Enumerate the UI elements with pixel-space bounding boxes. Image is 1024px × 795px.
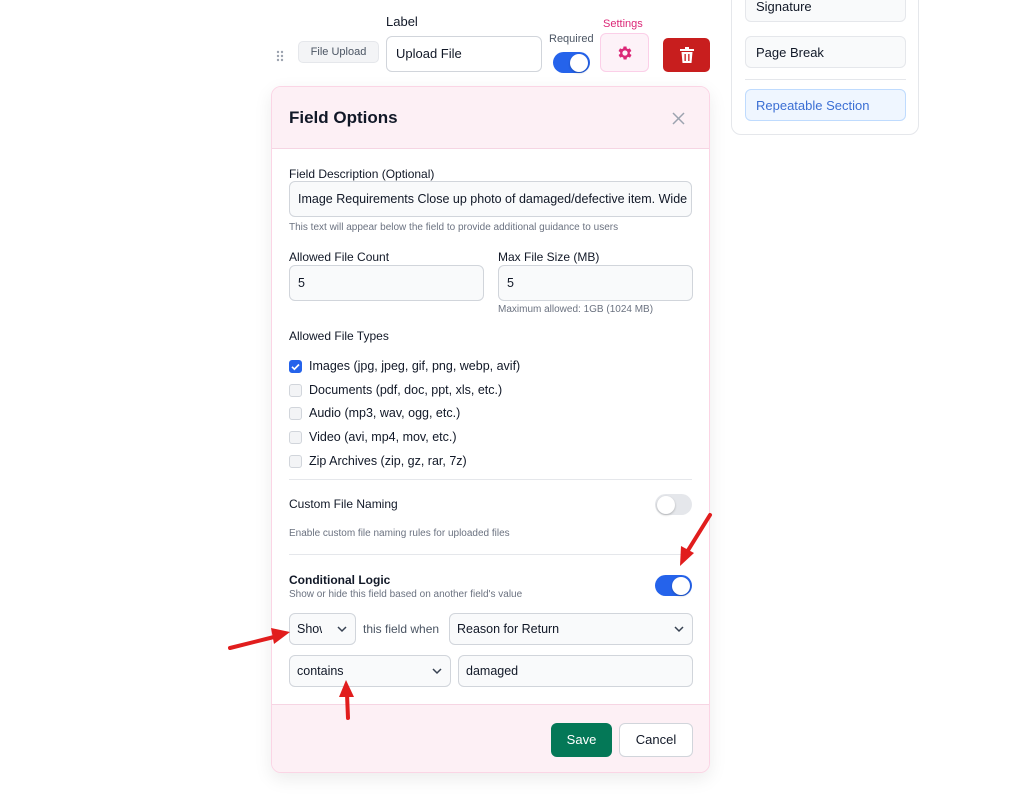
description-hint: This text will appear below the field to… (289, 222, 619, 233)
file-types-label: Allowed File Types (289, 329, 389, 343)
select-value: Reason for Return (457, 622, 560, 636)
required-toggle[interactable] (553, 52, 590, 73)
checkbox[interactable] (289, 431, 302, 444)
custom-naming-toggle[interactable] (655, 494, 692, 515)
field-options-modal: Field Options Field Description (Optiona… (271, 86, 710, 773)
palette-item-page-break[interactable]: Page Break (745, 36, 906, 68)
palette-item-label: Page Break (756, 45, 824, 60)
custom-naming-label: Custom File Naming (289, 497, 398, 511)
palette-item-label: Repeatable Section (756, 98, 870, 113)
file-type-label: Images (jpg, jpeg, gif, png, webp, avif) (309, 359, 521, 373)
check-icon (291, 363, 300, 371)
file-count-label: Allowed File Count (289, 250, 390, 264)
chevron-down-icon (674, 626, 684, 633)
divider (289, 554, 692, 555)
conditional-logic-label: Conditional Logic (289, 573, 391, 587)
trash-icon (680, 47, 694, 63)
checkbox[interactable] (289, 407, 302, 420)
select-value: Show (297, 622, 322, 636)
label-caption: Label (386, 14, 418, 29)
divider (745, 79, 906, 80)
max-size-input[interactable]: 5 (498, 265, 693, 301)
file-type-label: Documents (pdf, doc, ppt, xls, etc.) (309, 383, 503, 397)
palette-item-label: Signature (756, 0, 812, 14)
cancel-button[interactable]: Cancel (619, 723, 693, 757)
max-size-label: Max File Size (MB) (498, 250, 600, 264)
conditional-logic-toggle[interactable] (655, 575, 692, 596)
palette-item-signature[interactable]: Signature (745, 0, 906, 22)
checkbox[interactable] (289, 455, 302, 468)
gear-icon (618, 46, 632, 60)
file-count-input[interactable]: 5 (289, 265, 484, 301)
select-value: contains (297, 664, 344, 678)
checkbox[interactable] (289, 384, 302, 397)
condition-operator-select[interactable]: contains (289, 655, 451, 687)
modal-header: Field Options (272, 87, 709, 149)
close-icon[interactable] (672, 110, 685, 128)
chevron-down-icon (432, 668, 442, 675)
field-palette-panel: Signature Page Break Repeatable Section (731, 0, 919, 135)
chevron-down-icon (337, 626, 347, 633)
field-type-badge: File Upload (298, 41, 379, 63)
settings-caption: Settings (603, 18, 643, 30)
modal-title: Field Options (289, 108, 398, 127)
modal-footer: Save Cancel (272, 704, 709, 772)
file-type-label: Audio (mp3, wav, ogg, etc.) (309, 406, 461, 420)
file-type-label: Zip Archives (zip, gz, rar, 7z) (309, 454, 467, 468)
field-label-input[interactable]: Upload File (386, 36, 542, 72)
divider (289, 479, 692, 480)
palette-item-repeatable-section[interactable]: Repeatable Section (745, 89, 906, 121)
condition-field-select[interactable]: Reason for Return (449, 613, 693, 645)
description-label: Field Description (Optional) (289, 167, 435, 181)
settings-button[interactable] (600, 33, 649, 72)
file-type-label: Video (avi, mp4, mov, etc.) (309, 430, 457, 444)
conditional-logic-hint: Show or hide this field based on another… (289, 589, 523, 600)
drag-handle-icon[interactable] (276, 50, 286, 62)
condition-value-input[interactable]: damaged (458, 655, 693, 687)
description-input[interactable]: Image Requirements Close up photo of dam… (289, 181, 692, 217)
max-size-hint: Maximum allowed: 1GB (1024 MB) (498, 304, 654, 315)
required-caption: Required (549, 33, 594, 45)
delete-field-button[interactable] (663, 38, 710, 72)
condition-action-select[interactable]: Show (289, 613, 356, 645)
condition-connector-text: this field when (363, 622, 440, 636)
checkbox-checked[interactable] (289, 360, 302, 373)
custom-naming-hint: Enable custom file naming rules for uplo… (289, 528, 510, 539)
annotation-arrow (228, 635, 276, 650)
save-button[interactable]: Save (551, 723, 612, 757)
